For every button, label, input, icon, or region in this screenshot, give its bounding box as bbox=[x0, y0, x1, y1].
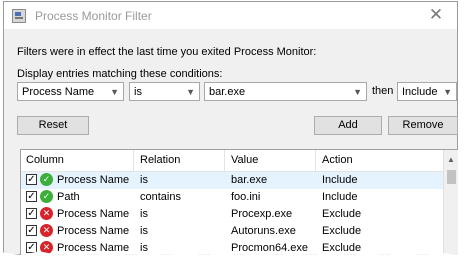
header-divider[interactable] bbox=[133, 150, 134, 171]
exclude-icon: ✕ bbox=[40, 224, 53, 237]
include-icon: ✓ bbox=[40, 190, 53, 203]
info-text: Filters were in effect the last time you… bbox=[17, 46, 317, 58]
exclude-icon: ✕ bbox=[40, 207, 53, 220]
checkbox[interactable]: ✓ bbox=[26, 174, 37, 185]
chevron-down-icon: ▼ bbox=[110, 87, 119, 97]
relation-select-value: is bbox=[134, 86, 142, 98]
checkbox[interactable]: ✓ bbox=[26, 208, 37, 219]
header-divider[interactable] bbox=[315, 150, 316, 171]
include-icon: ✓ bbox=[40, 173, 53, 186]
list-row[interactable]: ✓ ✕ Process Name is Procexp.exe Exclude bbox=[21, 206, 444, 223]
header-action[interactable]: Action bbox=[322, 154, 353, 166]
action-select[interactable]: Include ▼ bbox=[397, 82, 457, 101]
title-bar[interactable]: Process Monitor Filter ✕ bbox=[4, 2, 457, 29]
header-value[interactable]: Value bbox=[231, 154, 258, 166]
row-relation: is bbox=[140, 225, 148, 237]
remove-button[interactable]: Remove bbox=[388, 116, 458, 135]
checkbox[interactable]: ✓ bbox=[26, 242, 37, 253]
list-row[interactable]: ✓ ✓ Process Name is bar.exe Include bbox=[21, 172, 444, 189]
scroll-thumb[interactable] bbox=[447, 170, 456, 184]
row-column: Process Name bbox=[57, 174, 130, 186]
window-title: Process Monitor Filter bbox=[35, 9, 152, 23]
checkbox[interactable]: ✓ bbox=[26, 191, 37, 202]
add-button[interactable]: Add bbox=[314, 116, 382, 135]
header-relation[interactable]: Relation bbox=[140, 154, 180, 166]
column-select-value: Process Name bbox=[22, 86, 95, 98]
reset-button[interactable]: Reset bbox=[17, 116, 89, 135]
row-value: Autoruns.exe bbox=[231, 225, 296, 237]
list-row[interactable]: ✓ ✕ Process Name is Autoruns.exe Exclude bbox=[21, 223, 444, 240]
header-column[interactable]: Column bbox=[26, 154, 64, 166]
list-row[interactable]: ✓ ✕ Process Name is Procmon64.exe Exclud… bbox=[21, 240, 444, 255]
scroll-up-icon[interactable]: ▲ bbox=[447, 155, 455, 164]
exclude-icon: ✕ bbox=[40, 241, 53, 254]
chevron-down-icon: ▼ bbox=[443, 87, 452, 97]
row-column: Process Name bbox=[57, 242, 130, 254]
row-relation: is bbox=[140, 242, 148, 254]
chevron-down-icon: ▼ bbox=[353, 87, 362, 97]
row-column: Process Name bbox=[57, 225, 130, 237]
filter-list[interactable]: Column Relation Value Action ✓ ✓ Process… bbox=[20, 149, 458, 255]
row-relation: is bbox=[140, 208, 148, 220]
header-divider[interactable] bbox=[224, 150, 225, 171]
action-select-value: Include bbox=[402, 86, 438, 98]
condition-label: Display entries matching these condition… bbox=[17, 68, 223, 80]
relation-select[interactable]: is ▼ bbox=[129, 82, 200, 101]
row-action: Exclude bbox=[322, 225, 362, 237]
row-value: Procmon64.exe bbox=[231, 242, 309, 254]
close-button[interactable]: ✕ bbox=[421, 4, 451, 26]
value-combo[interactable]: bar.exe ▼ bbox=[204, 82, 367, 101]
value-combo-text: bar.exe bbox=[209, 86, 246, 98]
row-action: Exclude bbox=[322, 242, 362, 254]
row-column: Process Name bbox=[57, 208, 130, 220]
row-column: Path bbox=[57, 191, 80, 203]
row-action: Include bbox=[322, 174, 358, 186]
row-relation: contains bbox=[140, 191, 181, 203]
list-header: Column Relation Value Action bbox=[21, 150, 444, 172]
vertical-scrollbar[interactable]: ▲ bbox=[443, 150, 458, 255]
column-select[interactable]: Process Name ▼ bbox=[17, 82, 124, 101]
list-row[interactable]: ✓ ✓ Path contains foo.ini Include bbox=[21, 189, 444, 206]
row-value: Procexp.exe bbox=[231, 208, 293, 220]
row-action: Exclude bbox=[322, 208, 362, 220]
then-label: then bbox=[372, 85, 394, 97]
row-value: bar.exe bbox=[231, 174, 268, 186]
chevron-down-icon: ▼ bbox=[186, 87, 195, 97]
procmon-app-icon bbox=[12, 9, 26, 23]
row-value: foo.ini bbox=[231, 191, 261, 203]
checkbox[interactable]: ✓ bbox=[26, 225, 37, 236]
filter-dialog: Process Monitor Filter ✕ Filters were in… bbox=[3, 1, 458, 255]
row-action: Include bbox=[322, 191, 358, 203]
row-relation: is bbox=[140, 174, 148, 186]
